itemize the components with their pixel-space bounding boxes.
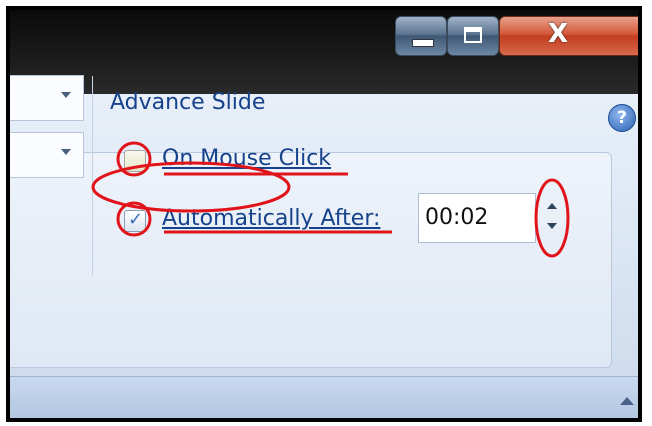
advance-time-input[interactable]: 00:02 — [418, 193, 536, 243]
maximize-button[interactable] — [447, 16, 499, 56]
on-mouse-click-label[interactable]: On Mouse Click — [162, 146, 331, 171]
powerpoint-window: X ? Advance Slide On Mouse Click ✓ Autom… — [6, 6, 642, 422]
time-spinner[interactable] — [543, 193, 561, 243]
title-bar: X — [10, 10, 638, 94]
minimize-icon — [412, 39, 434, 47]
spin-up-icon[interactable] — [547, 203, 557, 209]
maximize-icon — [464, 27, 482, 43]
chevron-down-icon[interactable] — [61, 149, 71, 155]
scroll-up-icon[interactable] — [620, 397, 634, 405]
chevron-down-icon[interactable] — [61, 92, 71, 98]
minimize-button[interactable] — [395, 16, 447, 56]
help-icon[interactable]: ? — [608, 104, 636, 132]
close-button[interactable]: X — [499, 16, 638, 56]
on-mouse-click-checkbox[interactable] — [124, 150, 146, 172]
bottom-bar — [10, 376, 638, 418]
ribbon-group — [10, 152, 612, 368]
screenshot-frame: X ? Advance Slide On Mouse Click ✓ Autom… — [0, 0, 652, 426]
close-icon: X — [548, 19, 569, 49]
advance-slide-title: Advance Slide — [110, 90, 266, 115]
checkmark-icon: ✓ — [128, 209, 144, 230]
transition-dropdown-1[interactable] — [10, 75, 84, 121]
spin-down-icon[interactable] — [547, 223, 557, 229]
transition-dropdown-2[interactable] — [10, 132, 84, 178]
automatically-after-label[interactable]: Automatically After: — [162, 206, 380, 231]
automatically-after-checkbox[interactable]: ✓ — [124, 209, 146, 232]
group-separator — [92, 76, 93, 276]
